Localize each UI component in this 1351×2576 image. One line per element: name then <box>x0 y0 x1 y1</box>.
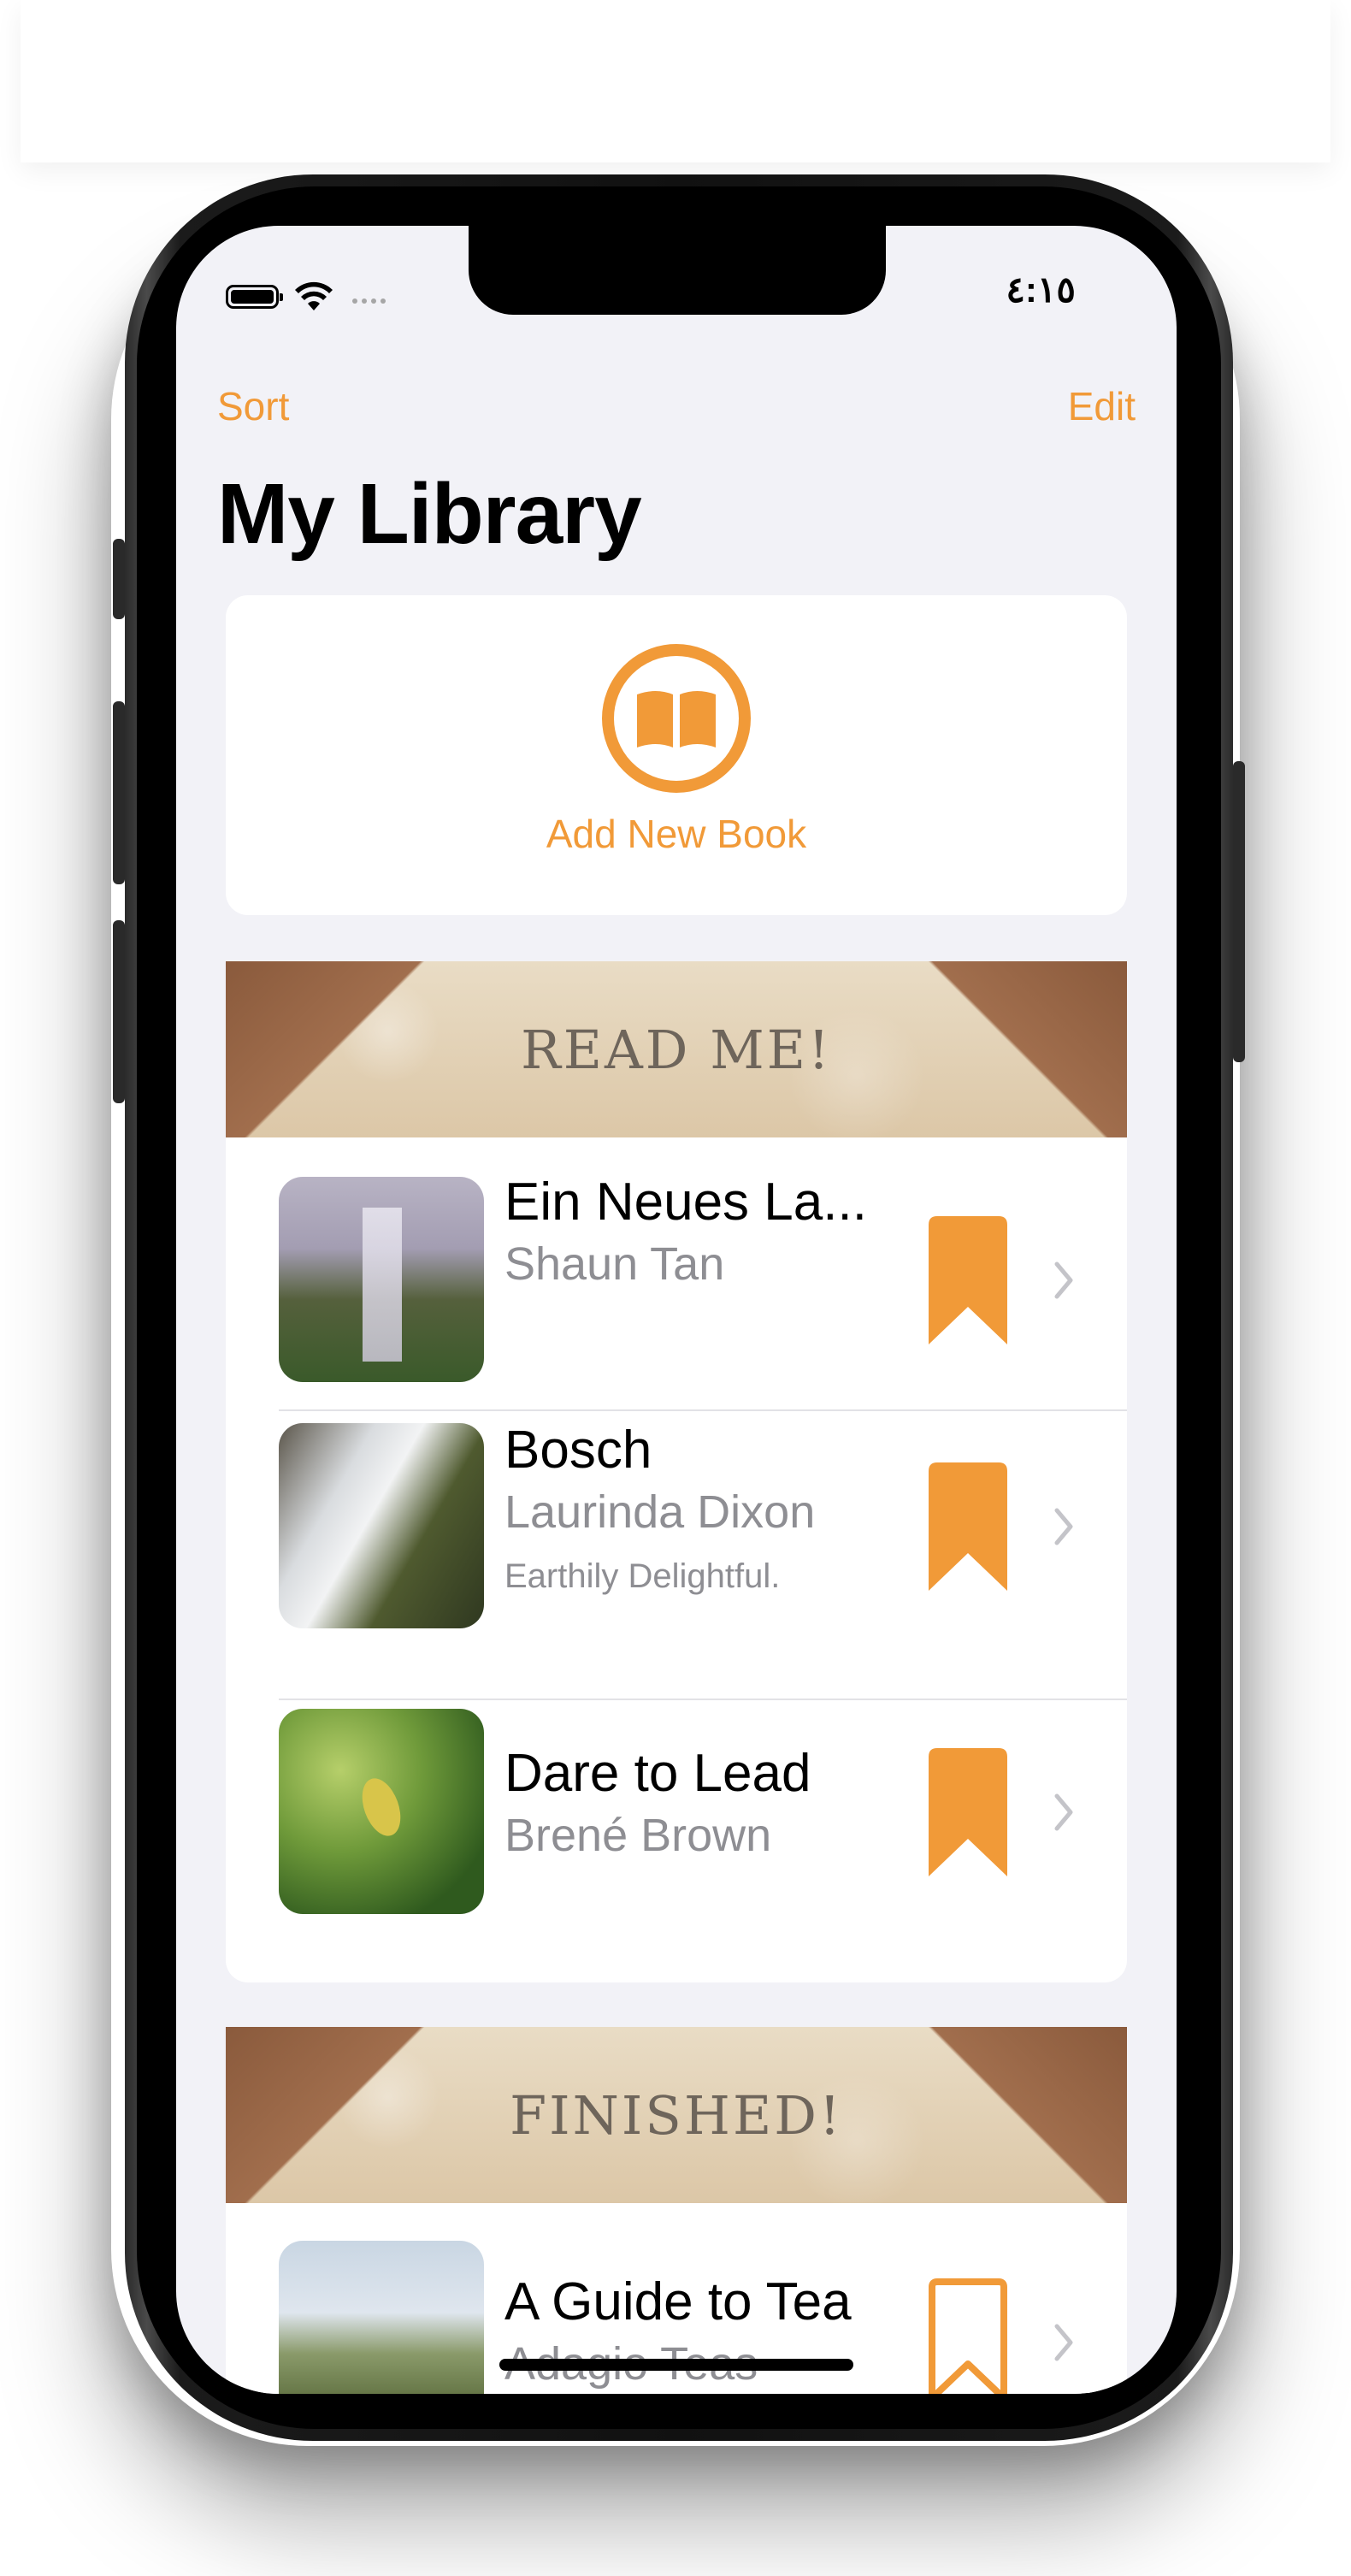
mute-switch <box>113 539 125 619</box>
bookmark-outline-icon[interactable] <box>929 2278 1007 2394</box>
wifi-icon <box>295 281 333 310</box>
bookmark-filled-icon[interactable] <box>929 1748 1007 1876</box>
book-author: Brené Brown <box>504 1810 772 1861</box>
section-header-read-me: READ ME! <box>226 961 1127 1137</box>
book-row[interactable]: Dare to Lead Brené Brown <box>226 1709 1127 1994</box>
book-cover-image <box>279 2241 484 2394</box>
chevron-right-icon <box>1054 1261 1073 1299</box>
home-indicator[interactable] <box>499 2359 853 2371</box>
notch <box>469 226 886 315</box>
book-title: Ein Neues La... <box>504 1173 867 1232</box>
book-cover-image <box>279 1177 484 1382</box>
volume-up-button <box>113 701 125 884</box>
add-new-book-label: Add New Book <box>546 812 807 856</box>
book-list-read-me: Ein Neues La... Shaun Tan Bosch Laurinda… <box>226 1137 1127 1982</box>
book-title: Bosch <box>504 1421 652 1480</box>
book-title: Dare to Lead <box>504 1744 811 1803</box>
row-divider <box>279 1409 1127 1411</box>
phone-screen: ٤:١٥ Sort Edit My Library Add New Book R… <box>176 226 1177 2394</box>
book-open-icon <box>602 644 751 793</box>
chevron-right-icon <box>1054 1508 1073 1545</box>
signal-dots-icon <box>352 298 386 304</box>
bookmark-filled-icon[interactable] <box>929 1462 1007 1591</box>
status-time: ٤:١٥ <box>1006 269 1076 310</box>
page-title: My Library <box>217 466 642 562</box>
section-header-label: READ ME! <box>521 1018 832 1081</box>
book-title: A Guide to Tea <box>504 2272 852 2331</box>
volume-down-button <box>113 920 125 1103</box>
chevron-right-icon <box>1054 2324 1073 2361</box>
row-divider <box>279 1699 1127 1700</box>
book-row[interactable]: Bosch Laurinda Dixon Earthily Delightful… <box>226 1421 1127 1709</box>
sort-button[interactable]: Sort <box>217 383 289 429</box>
book-cover-image <box>279 1423 484 1628</box>
top-band <box>21 0 1330 162</box>
battery-icon <box>226 285 283 309</box>
section-header-label: FINISHED! <box>510 2083 843 2147</box>
book-note: Earthily Delightful. <box>504 1557 781 1595</box>
add-new-book-button[interactable]: Add New Book <box>226 595 1127 915</box>
chevron-right-icon <box>1054 1793 1073 1831</box>
book-cover-image <box>279 1709 484 1914</box>
power-button <box>1233 761 1245 1062</box>
bookmark-filled-icon[interactable] <box>929 1216 1007 1344</box>
book-author: Laurinda Dixon <box>504 1486 816 1538</box>
book-author: Shaun Tan <box>504 1238 725 1290</box>
book-row[interactable]: Ein Neues La... Shaun Tan <box>226 1137 1127 1423</box>
edit-button[interactable]: Edit <box>1068 383 1136 429</box>
section-header-finished: FINISHED! <box>226 2027 1127 2203</box>
status-indicators <box>226 275 386 318</box>
